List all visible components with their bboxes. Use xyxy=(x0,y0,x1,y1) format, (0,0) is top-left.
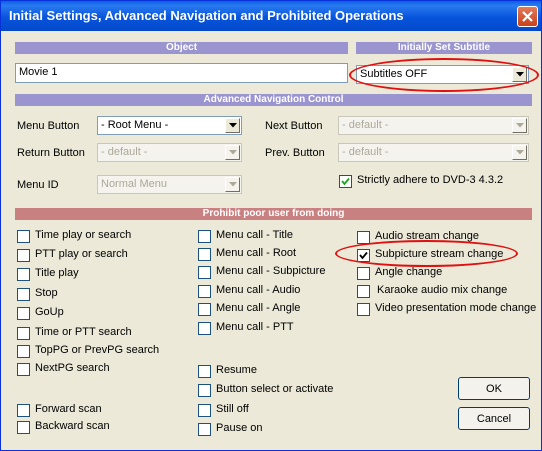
checkbox-box[interactable] xyxy=(198,423,211,436)
next-button-value: - default - xyxy=(342,119,389,131)
dropdown-arrow-icon[interactable] xyxy=(225,177,240,192)
checkbox-box[interactable] xyxy=(17,230,30,243)
object-section-header: Object xyxy=(15,42,348,54)
cancel-button-label: Cancel xyxy=(476,412,512,425)
checkbox-label: Still off xyxy=(216,403,249,415)
checkbox-box[interactable] xyxy=(198,248,211,261)
checkmark-icon xyxy=(341,177,350,186)
prev-button-value: - default - xyxy=(342,146,389,158)
checkbox-box[interactable] xyxy=(357,231,370,244)
checkbox-label: Menu call - Title xyxy=(216,229,294,241)
next-button-label: Next Button xyxy=(265,120,323,132)
prev-button-label: Prev. Button xyxy=(265,147,325,159)
checkbox-label: Forward scan xyxy=(35,403,102,415)
menu-id-value: Normal Menu xyxy=(101,178,168,190)
checkbox-label: NextPG search xyxy=(35,362,110,374)
checkbox-label: Karaoke audio mix change xyxy=(377,284,508,296)
checkbox-box[interactable] xyxy=(357,285,370,298)
checkbox-box[interactable] xyxy=(17,404,30,417)
checkbox-label: Time or PTT search xyxy=(35,326,132,338)
close-icon xyxy=(522,11,533,22)
checkbox-box[interactable] xyxy=(198,384,211,397)
checkbox-label: Stop xyxy=(35,287,58,299)
dropdown-arrow-icon[interactable] xyxy=(225,118,240,133)
checkbox-label: Button select or activate xyxy=(216,383,334,395)
window-title: Initial Settings, Advanced Navigation an… xyxy=(9,8,404,23)
dropdown-arrow-icon[interactable] xyxy=(512,67,527,82)
checkbox-box[interactable] xyxy=(357,249,370,262)
checkbox-box[interactable] xyxy=(357,267,370,280)
checkbox-label: Video presentation mode change xyxy=(375,302,537,314)
checkbox-box[interactable] xyxy=(339,175,352,188)
object-name-field[interactable]: Movie 1 xyxy=(15,63,348,83)
checkbox-label: PTT play or search xyxy=(35,248,128,260)
checkbox-label: Title play xyxy=(35,267,79,279)
dropdown-arrow-icon[interactable] xyxy=(225,145,240,160)
return-button-value: - default - xyxy=(101,146,148,158)
checkbox-label: TopPG or PrevPG search xyxy=(35,344,160,356)
cancel-button[interactable]: Cancel xyxy=(458,407,530,430)
menu-button-label: Menu Button xyxy=(17,120,80,132)
prev-button-select[interactable]: - default - xyxy=(338,143,529,162)
menu-id-select[interactable]: Normal Menu xyxy=(97,175,242,194)
advanced-navigation-header: Advanced Navigation Control xyxy=(15,94,532,106)
menu-id-label: Menu ID xyxy=(17,179,59,191)
ok-button[interactable]: OK xyxy=(458,377,530,400)
checkbox-label: Time play or search xyxy=(35,229,132,241)
checkbox-label: Menu call - Audio xyxy=(216,284,301,296)
checkbox-box[interactable] xyxy=(17,288,30,301)
checkmark-icon xyxy=(359,251,368,260)
dialog-window: Initial Settings, Advanced Navigation an… xyxy=(0,0,542,451)
checkbox-label: Menu call - Subpicture xyxy=(216,265,326,277)
next-button-select[interactable]: - default - xyxy=(338,116,529,135)
checkbox-label: Pause on xyxy=(216,422,263,434)
prohibit-section-header: Prohibit poor user from doing xyxy=(15,208,532,220)
close-button[interactable] xyxy=(517,6,538,27)
checkbox-box[interactable] xyxy=(17,249,30,262)
subtitle-section-header: Initially Set Subtitle xyxy=(356,42,532,54)
dropdown-arrow-icon[interactable] xyxy=(512,145,527,160)
checkbox-box[interactable] xyxy=(17,421,30,434)
subtitle-select[interactable]: Subtitles OFF xyxy=(356,65,529,84)
subtitle-select-value: Subtitles OFF xyxy=(360,68,428,80)
checkbox-box[interactable] xyxy=(17,268,30,281)
checkbox-label: Menu call - Angle xyxy=(216,302,301,314)
checkbox-label: Audio stream change xyxy=(375,230,479,242)
checkbox-label: Menu call - PTT xyxy=(216,321,294,333)
checkbox-label: Resume xyxy=(216,364,257,376)
checkbox-label: Angle change xyxy=(375,266,443,278)
checkbox-box[interactable] xyxy=(198,365,211,378)
checkbox-box[interactable] xyxy=(198,230,211,243)
checkbox-box[interactable] xyxy=(17,327,30,340)
checkbox-label: Menu call - Root xyxy=(216,247,297,259)
title-bar[interactable]: Initial Settings, Advanced Navigation an… xyxy=(1,1,541,31)
checkbox-box[interactable] xyxy=(357,303,370,316)
return-button-select[interactable]: - default - xyxy=(97,143,242,162)
checkbox-box[interactable] xyxy=(198,404,211,417)
checkbox-label: GoUp xyxy=(35,306,64,318)
checkbox-box[interactable] xyxy=(198,322,211,335)
checkbox-box[interactable] xyxy=(198,266,211,279)
ok-button-label: OK xyxy=(486,382,502,395)
checkbox-box[interactable] xyxy=(198,303,211,316)
menu-button-select[interactable]: - Root Menu - xyxy=(97,116,242,135)
checkbox-box[interactable] xyxy=(17,307,30,320)
checkbox-box[interactable] xyxy=(17,363,30,376)
checkbox-box[interactable] xyxy=(17,345,30,358)
menu-button-value: - Root Menu - xyxy=(101,119,169,131)
return-button-label: Return Button xyxy=(17,147,85,159)
dropdown-arrow-icon[interactable] xyxy=(512,118,527,133)
checkbox-label: Subpicture stream change xyxy=(375,248,504,260)
checkbox-label: Backward scan xyxy=(35,420,110,432)
checkbox-box[interactable] xyxy=(198,285,211,298)
strict-adhere-label: Strictly adhere to DVD-3 4.3.2 xyxy=(357,174,504,186)
